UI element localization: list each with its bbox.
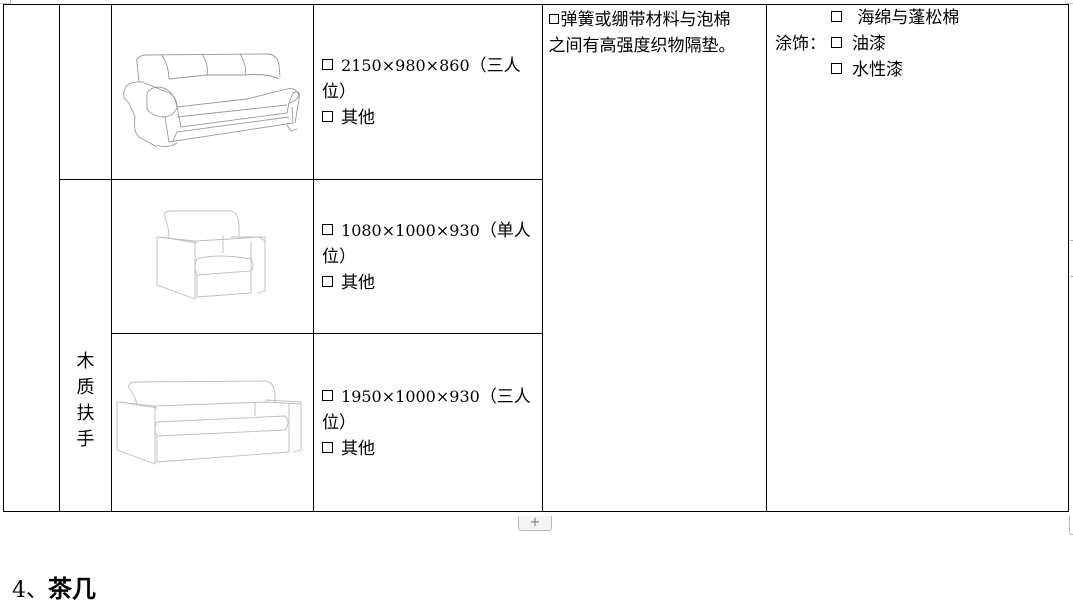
size-option-other[interactable]: 其他 [322, 270, 536, 296]
material-cell: 弹簧或绷带材料与泡棉 之间有高强度织物隔垫。 [541, 4, 767, 512]
size-options-cell: 2150×980×860（三人 位） 其他 [313, 4, 543, 180]
size-option[interactable]: 1950×1000×930（三人 [322, 384, 536, 410]
checkbox[interactable] [322, 223, 334, 235]
section-title: 茶几 [48, 575, 96, 603]
size-option-other[interactable]: 其他 [322, 105, 536, 131]
three-seat-sofa-icon [123, 53, 301, 147]
section-heading: 4、茶几 [12, 574, 96, 606]
sofa-image-cell[interactable] [110, 4, 315, 180]
checkbox[interactable] [830, 11, 842, 22]
material-option[interactable]: 弹簧或绷带材料与泡棉 [548, 7, 760, 33]
checkbox[interactable] [322, 389, 334, 401]
document-page: 2150×980×860（三人 位） 其他 弹簧或绷带材料与泡棉 之间有高强度织… [0, 0, 1073, 606]
size-options-cell: 1950×1000×930（三人 位） 其他 [313, 333, 543, 512]
add-row-button[interactable]: + [518, 516, 552, 531]
section-number: 4、 [12, 578, 48, 603]
checkbox[interactable] [830, 63, 842, 74]
three-seat-sofa-wood-armrest-icon [116, 380, 302, 465]
group-label-wood-armrest: 木 质 扶 手 [59, 179, 112, 512]
checkbox[interactable] [322, 111, 334, 122]
filling-option[interactable]: 海绵与蓬松棉 [775, 5, 1062, 31]
group-cell-empty[interactable] [59, 4, 112, 180]
table-corner-handle[interactable] [1069, 516, 1073, 535]
category-cell[interactable] [2, 4, 61, 512]
finish-label: 涂饰： [774, 34, 826, 54]
size-option[interactable]: 2150×980×860（三人 [322, 53, 536, 79]
checkbox[interactable] [830, 37, 842, 48]
sofa-wood-image-cell[interactable] [110, 333, 315, 512]
finish-cell: 海绵与蓬松棉 涂饰： 油漆 水性漆 [765, 4, 1070, 512]
material-option-wrap: 之间有高强度织物隔垫。 [548, 36, 736, 56]
size-option-other[interactable]: 其他 [322, 436, 536, 462]
finish-option-water-paint[interactable]: 水性漆 [775, 57, 1062, 83]
sofa-spec-table: 2150×980×860（三人 位） 其他 弹簧或绷带材料与泡棉 之间有高强度织… [2, 4, 1070, 512]
size-option[interactable]: 1080×1000×930（单人 [322, 218, 536, 244]
finish-option-oil-paint[interactable]: 涂饰： 油漆 [775, 31, 1062, 57]
checkbox[interactable] [548, 14, 559, 24]
size-option-wrap: 位） [322, 82, 357, 102]
checkbox[interactable] [322, 275, 334, 287]
table-row: 2150×980×860（三人 位） 其他 弹簧或绷带材料与泡棉 之间有高强度织… [2, 4, 1070, 512]
size-option-wrap: 位） [322, 412, 357, 433]
armchair-icon [156, 210, 266, 300]
checkbox[interactable] [322, 59, 334, 70]
armchair-image-cell[interactable] [110, 179, 315, 334]
size-option-wrap: 位） [322, 246, 357, 267]
checkbox[interactable] [322, 441, 334, 453]
size-options-cell: 1080×1000×930（单人 位） 其他 [313, 179, 543, 334]
